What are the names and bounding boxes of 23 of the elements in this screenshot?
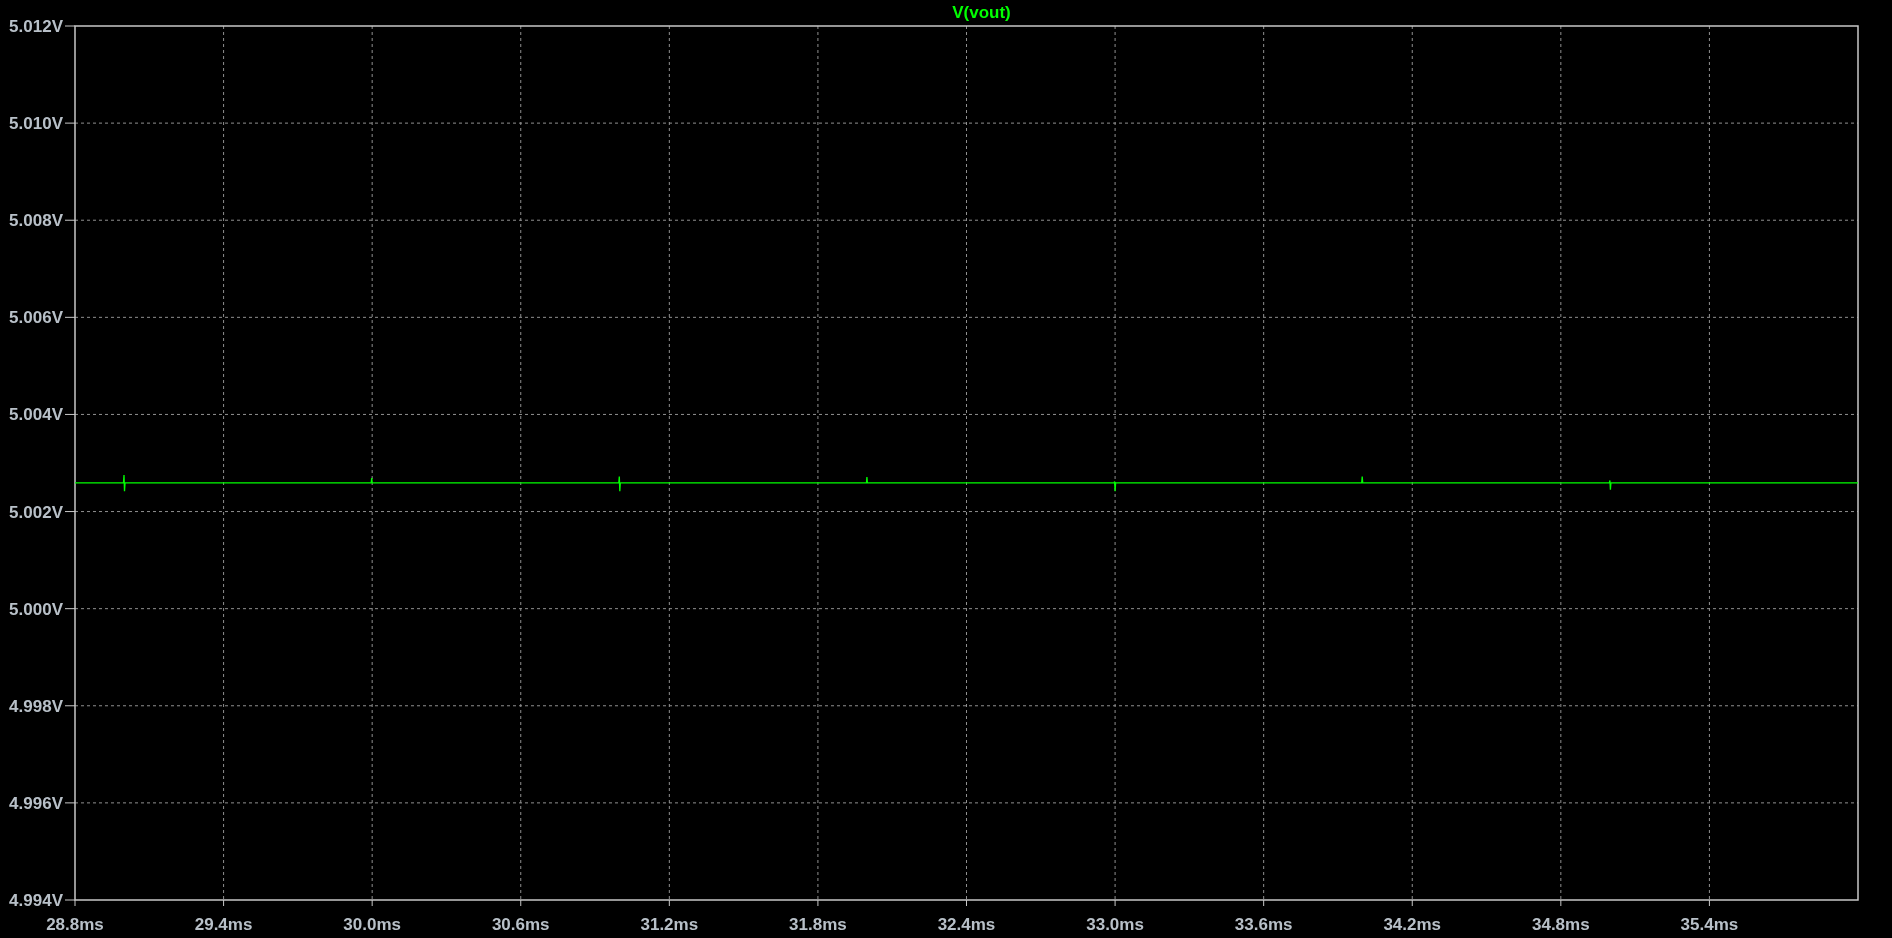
- y-axis-label: 5.002V: [9, 502, 63, 522]
- x-axis-label: 32.4ms: [937, 915, 996, 934]
- y-axis-label: 4.996V: [9, 793, 63, 813]
- x-axis-label: 30.6ms: [491, 915, 550, 934]
- x-axis-label: 33.6ms: [1234, 915, 1293, 934]
- x-axis-label: 28.8ms: [46, 915, 104, 934]
- y-axis-label: 4.998V: [9, 696, 63, 716]
- x-axis-label: 35.4ms: [1680, 915, 1739, 934]
- x-axis-label: 30.0ms: [343, 915, 401, 934]
- y-axis-label: 4.994V: [9, 891, 63, 910]
- y-axis-label: 5.010V: [9, 114, 63, 134]
- x-axis-label: 31.2ms: [640, 915, 699, 934]
- trace-legend-label: V(vout): [952, 3, 1011, 22]
- y-axis-label: 5.006V: [9, 308, 63, 328]
- y-axis-label: 5.000V: [9, 599, 63, 619]
- x-axis-label: 34.2ms: [1383, 915, 1442, 934]
- x-axis-label: 31.8ms: [789, 915, 847, 934]
- x-axis-label: 29.4ms: [194, 915, 253, 934]
- x-axis-label: 34.8ms: [1532, 915, 1590, 934]
- y-axis-label: 5.008V: [9, 211, 63, 231]
- y-axis-label: 5.012V: [9, 17, 63, 36]
- y-axis-label: 5.004V: [9, 405, 63, 425]
- x-axis-label: 33.0ms: [1086, 915, 1144, 934]
